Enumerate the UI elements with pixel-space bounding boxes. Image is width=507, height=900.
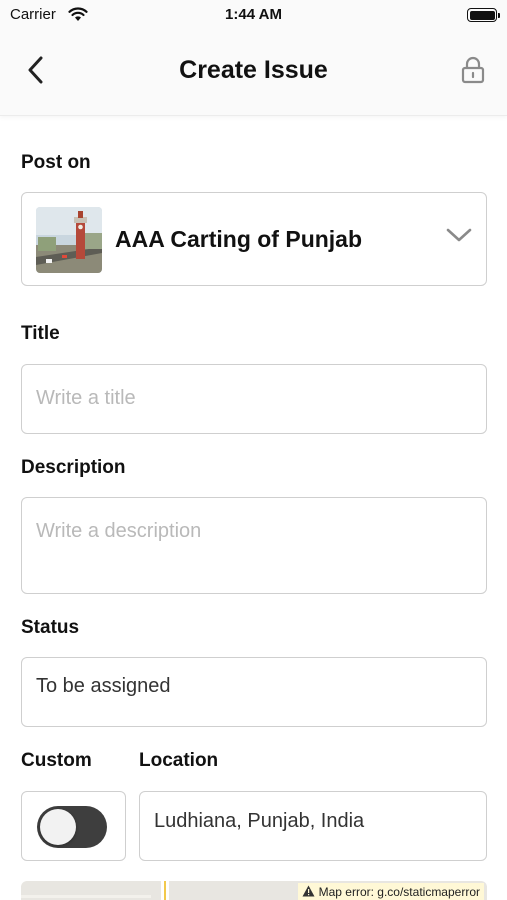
title-input[interactable]: Write a title — [21, 364, 487, 434]
location-input[interactable]: Ludhiana, Punjab, India — [139, 791, 487, 861]
org-thumbnail — [36, 207, 102, 273]
page-title: Create Issue — [179, 56, 328, 84]
status-bar: Carrier 1:44 AM — [0, 0, 507, 30]
title-placeholder: Write a title — [36, 387, 136, 409]
map-error-text: Map error: g.co/staticmaperror — [318, 885, 480, 899]
status-time: 1:44 AM — [225, 6, 282, 23]
description-placeholder: Write a description — [36, 520, 202, 542]
status-selector[interactable]: To be assigned — [21, 657, 487, 727]
post-on-value: AAA Carting of Punjab — [115, 226, 363, 252]
custom-label: Custom — [21, 750, 92, 771]
status-value: To be assigned — [36, 675, 171, 697]
map-road-centerline — [164, 881, 166, 900]
map-preview[interactable]: Map error: g.co/staticmaperror — [21, 881, 487, 900]
map-road — [21, 895, 151, 898]
description-label: Description — [21, 457, 126, 478]
map-error-banner: Map error: g.co/staticmaperror — [297, 883, 484, 900]
navigation-bar: Create Issue — [0, 30, 507, 116]
location-value: Ludhiana, Punjab, India — [154, 810, 365, 832]
warning-icon — [302, 885, 315, 900]
post-on-dropdown[interactable]: AAA Carting of Punjab — [21, 192, 487, 286]
custom-toggle[interactable] — [37, 806, 107, 848]
toggle-knob — [40, 809, 76, 845]
title-label: Title — [21, 323, 60, 344]
lock-icon — [460, 56, 486, 89]
chevron-down-icon — [446, 227, 472, 248]
description-input[interactable]: Write a description — [21, 497, 487, 594]
status-label: Status — [21, 617, 80, 638]
custom-toggle-container — [21, 791, 126, 861]
lock-button[interactable] — [457, 54, 489, 90]
battery-icon — [467, 8, 500, 22]
post-on-label: Post on — [21, 152, 91, 173]
location-label: Location — [139, 750, 219, 771]
